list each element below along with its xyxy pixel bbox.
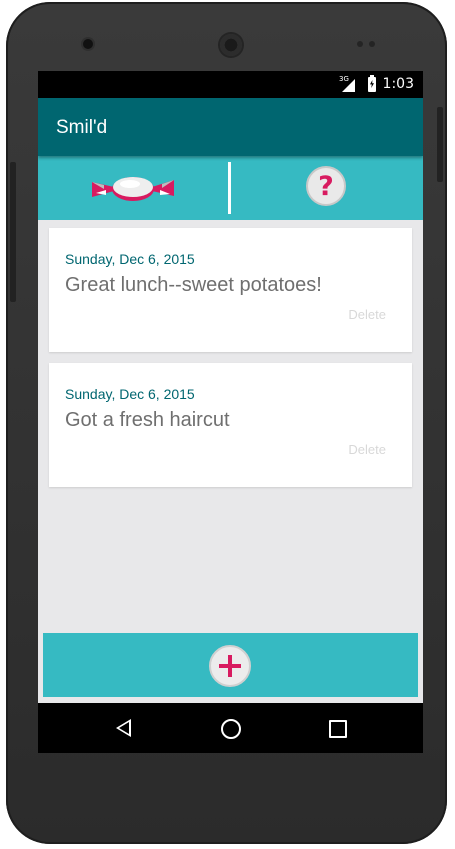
delete-button[interactable]: Delete [348,307,386,322]
front-camera [83,39,93,49]
power-button [437,107,443,182]
question-icon: ? [318,170,334,202]
app-bar: Smil'd [38,98,423,156]
home-icon[interactable] [221,719,241,739]
add-entry-bar [43,633,418,697]
signal-3g-icon: 3G [339,75,355,93]
status-bar: 3G 1:03 [38,71,423,98]
entry-date: Sunday, Dec 6, 2015 [65,386,195,402]
phone-frame: 3G 1:03 Smil'd ? Sunday, Dec 6, 2015 Gre… [6,2,447,844]
proximity-sensor [357,41,363,47]
tab-candy[interactable] [92,174,174,202]
entry-date: Sunday, Dec 6, 2015 [65,251,195,267]
back-icon[interactable] [116,719,131,737]
status-time: 1:03 [382,76,414,92]
app-title: Smil'd [56,117,108,138]
candy-icon [92,177,174,201]
tab-help[interactable]: ? [306,166,346,206]
entry-text: Got a fresh haircut [65,409,230,431]
recents-icon[interactable] [329,720,347,738]
screen: 3G 1:03 Smil'd ? Sunday, Dec 6, 2015 Gre… [38,71,423,753]
tab-divider [228,162,231,214]
tab-bar: ? [38,156,423,220]
add-entry-button[interactable] [209,645,251,687]
entry-text: Great lunch--sweet potatoes! [65,274,322,296]
navigation-bar [38,703,423,753]
entry-card[interactable]: Sunday, Dec 6, 2015 Great lunch--sweet p… [49,228,412,352]
earpiece-speaker [220,34,242,56]
delete-button[interactable]: Delete [348,442,386,457]
light-sensor [369,41,375,47]
entry-card[interactable]: Sunday, Dec 6, 2015 Got a fresh haircut … [49,363,412,487]
battery-charging-icon [368,75,376,92]
volume-button [10,162,16,302]
